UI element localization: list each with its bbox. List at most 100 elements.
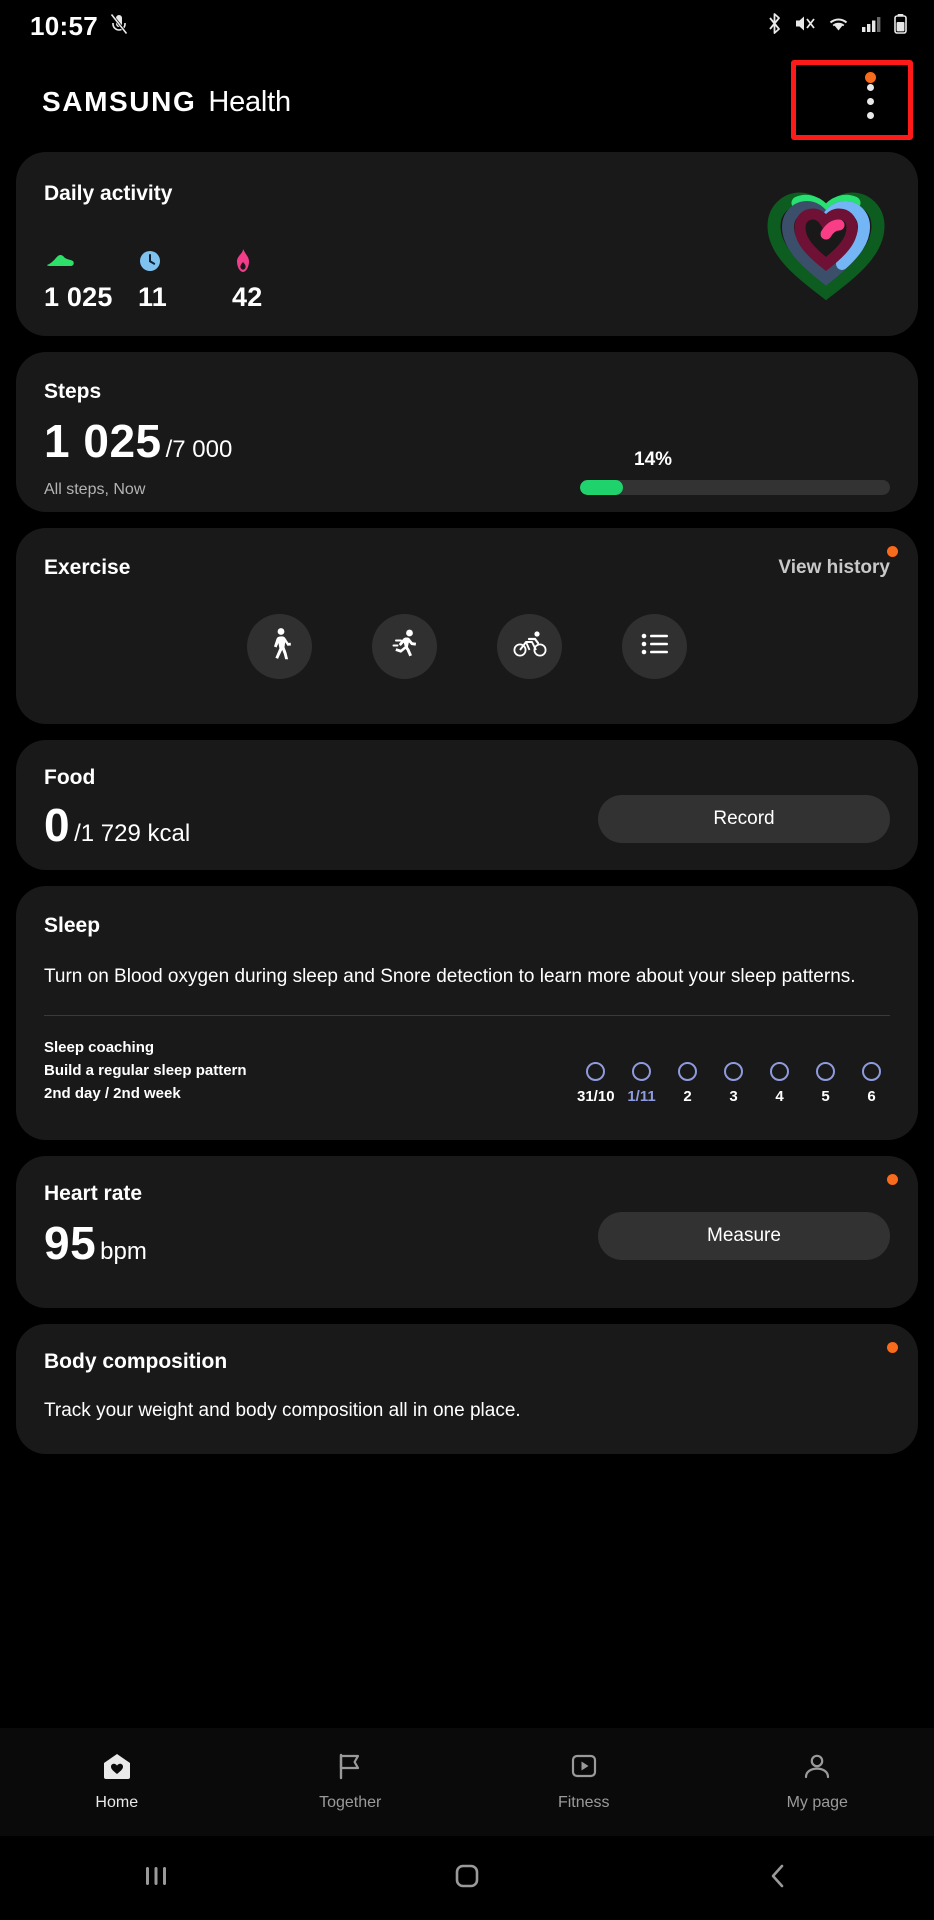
steps-progress: 14%: [580, 449, 890, 495]
sleep-day-ring-icon: [862, 1062, 881, 1081]
metric-steps-value: 1 025: [44, 282, 138, 313]
exercise-running-button[interactable]: [372, 614, 437, 679]
metric-steps: 1 025: [44, 246, 138, 313]
clock-icon: [138, 246, 232, 276]
exercise-shortcuts: [44, 614, 890, 679]
sleep-day-item: 31/10: [577, 1062, 614, 1105]
sleep-day-ring-icon: [770, 1062, 789, 1081]
home-button[interactable]: [311, 1862, 622, 1895]
food-title: Food: [44, 766, 890, 790]
exercise-header: Exercise View history: [44, 556, 890, 580]
android-navigation-bar: [0, 1836, 934, 1920]
sleep-day-label: 4: [761, 1088, 798, 1105]
sleep-coaching-progress: 2nd day / 2nd week: [44, 1082, 247, 1105]
card-body-composition[interactable]: Body composition Track your weight and b…: [16, 1324, 918, 1454]
card-exercise[interactable]: Exercise View history: [16, 528, 918, 724]
brand-health: Health: [208, 86, 291, 119]
sleep-divider: [44, 1015, 890, 1016]
shoe-icon: [44, 246, 138, 276]
steps-title: Steps: [44, 380, 890, 404]
heart-rate-title: Heart rate: [44, 1182, 890, 1206]
metric-calories-value: 42: [232, 282, 326, 313]
activity-rings-heart-icon: [760, 184, 892, 302]
sleep-day-item: 6: [853, 1062, 890, 1105]
exercise-list-button[interactable]: [622, 614, 687, 679]
app-header: SAMSUNG Health: [0, 52, 934, 152]
sleep-description: Turn on Blood oxygen during sleep and Sn…: [44, 964, 890, 990]
card-daily-activity[interactable]: Daily activity 1 025 11 42: [16, 152, 918, 336]
card-heart-rate[interactable]: Heart rate 95 bpm Measure: [16, 1156, 918, 1308]
nav-item-my-page[interactable]: My page: [701, 1752, 934, 1812]
home-icon: [453, 1862, 481, 1895]
body-composition-title: Body composition: [44, 1350, 890, 1374]
bottom-navigation: Home Together Fitness My page: [0, 1728, 934, 1836]
app-title: SAMSUNG Health: [42, 86, 291, 119]
sleep-day-ring-icon: [816, 1062, 835, 1081]
play-square-icon: [569, 1752, 599, 1785]
nav-item-together[interactable]: Together: [234, 1752, 468, 1812]
steps-progress-fill: [580, 480, 623, 495]
steps-values: 1 025 /7 000 All steps, Now: [44, 404, 232, 499]
heart-rate-measure-button[interactable]: Measure: [598, 1212, 890, 1260]
signal-icon: [861, 14, 882, 39]
heart-rate-row: 95 bpm Measure: [44, 1206, 890, 1266]
card-steps[interactable]: Steps 1 025 /7 000 All steps, Now 14%: [16, 352, 918, 512]
status-bar-right: [766, 12, 908, 40]
kebab-dot: [867, 112, 874, 119]
exercise-title: Exercise: [44, 556, 130, 580]
scroll-fade: [0, 1704, 934, 1728]
view-history-link[interactable]: View history: [778, 557, 890, 579]
cycling-icon: [513, 630, 547, 663]
running-icon: [389, 628, 421, 665]
home-heart-icon: [102, 1752, 132, 1785]
food-value: 0: [44, 802, 70, 848]
sleep-day-ring-icon: [678, 1062, 697, 1081]
brand-samsung: SAMSUNG: [42, 86, 196, 118]
walking-icon: [265, 627, 295, 666]
sleep-day-ring-icon: [586, 1062, 605, 1081]
exercise-notification-badge: [887, 546, 898, 557]
nav-item-my-page-label: My page: [787, 1794, 848, 1812]
sleep-day-item: 1/11: [623, 1062, 660, 1105]
steps-subtitle: All steps, Now: [44, 481, 232, 499]
exercise-walking-button[interactable]: [247, 614, 312, 679]
sleep-title: Sleep: [44, 914, 890, 938]
back-icon: [765, 1862, 791, 1895]
exercise-list-icon: [641, 633, 669, 660]
person-icon: [802, 1752, 832, 1785]
wifi-icon: [827, 14, 850, 39]
recents-button[interactable]: [0, 1863, 311, 1894]
body-composition-description: Track your weight and body composition a…: [44, 1400, 890, 1422]
status-bar-clock: 10:57: [30, 11, 98, 42]
exercise-cycling-button[interactable]: [497, 614, 562, 679]
food-row: 0 /1 729 kcal Record: [44, 790, 890, 848]
sleep-coaching-title: Sleep coaching: [44, 1036, 247, 1059]
nav-item-together-label: Together: [319, 1794, 381, 1812]
recents-icon: [140, 1863, 172, 1894]
kebab-dot: [867, 84, 874, 91]
kebab-dot: [867, 98, 874, 105]
flame-icon: [232, 246, 326, 276]
steps-progress-track: [580, 480, 890, 495]
sleep-day-ring-icon: [724, 1062, 743, 1081]
nav-item-home-label: Home: [95, 1794, 138, 1812]
status-bar-left: 10:57: [30, 11, 128, 42]
nav-item-home[interactable]: Home: [0, 1752, 234, 1812]
sleep-day-label: 3: [715, 1088, 752, 1105]
menu-highlight-box: [791, 60, 913, 140]
sleep-day-item: 4: [761, 1062, 798, 1105]
overflow-menu-icon[interactable]: [866, 84, 874, 119]
steps-value: 1 025: [44, 418, 162, 464]
back-button[interactable]: [623, 1862, 934, 1895]
food-goal: /1 729 kcal: [74, 820, 190, 848]
heart-rate-unit: bpm: [100, 1238, 147, 1266]
metric-active-time: 11: [138, 246, 232, 313]
nav-item-fitness-label: Fitness: [558, 1794, 610, 1812]
bluetooth-icon: [766, 12, 783, 40]
nav-item-fitness[interactable]: Fitness: [467, 1752, 701, 1812]
sleep-day-label: 31/10: [577, 1088, 614, 1105]
card-sleep[interactable]: Sleep Turn on Blood oxygen during sleep …: [16, 886, 918, 1140]
food-record-button[interactable]: Record: [598, 795, 890, 843]
heart-rate-notification-badge: [887, 1174, 898, 1185]
card-food[interactable]: Food 0 /1 729 kcal Record: [16, 740, 918, 870]
